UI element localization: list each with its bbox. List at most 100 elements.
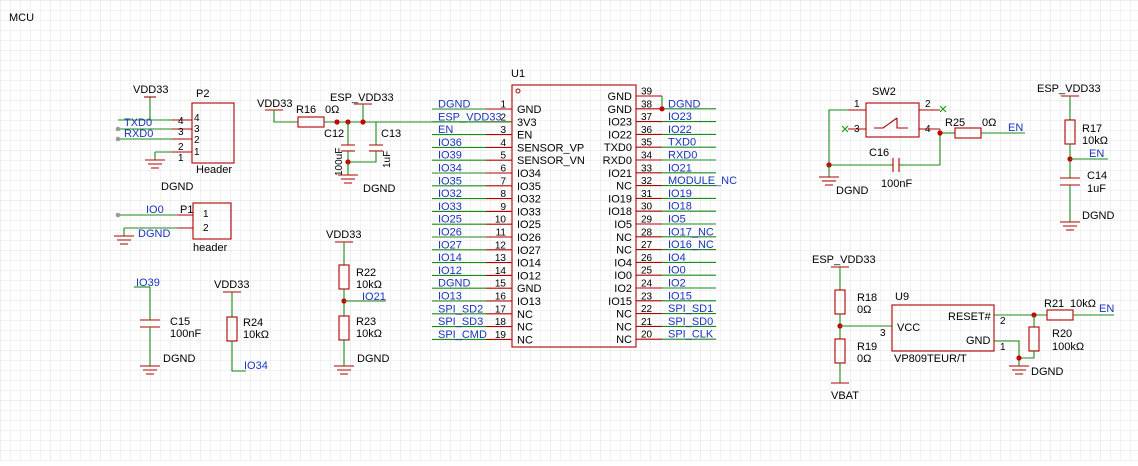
u1-pin-number: 33: [641, 163, 653, 174]
u1-net-label: DGND: [668, 98, 700, 110]
u1-pin-name: IO0: [614, 270, 632, 282]
r24-value: 10kΩ: [243, 329, 269, 341]
u1-net-label: SPI_SD2: [438, 303, 483, 315]
r22-value: 10kΩ: [356, 279, 382, 291]
u1-pin-name: NC: [616, 309, 632, 321]
p2-value: Header: [196, 164, 232, 176]
u9-vcc-pin: VCC: [897, 322, 920, 334]
u1-net-label: SPI_SD0: [668, 316, 713, 328]
u1-net-label: IO15: [668, 290, 692, 302]
r22-r23-net: IO21: [362, 291, 386, 303]
u9-pin3-num: 3: [880, 328, 886, 339]
u9-ref: U9: [895, 291, 909, 303]
u1-pin-name: TXD0: [604, 142, 632, 154]
p2-ref: P2: [196, 88, 209, 100]
r18-value: 0Ω: [857, 304, 871, 316]
schematic-canvas[interactable]: MCU U1 1 GND DGND 2 3V3 ESP_VDD33 3 EN EN 4 SENSOR…: [0, 0, 1138, 461]
u1-pin-name: 3V3: [517, 117, 537, 129]
p1-io0-net: IO0: [146, 204, 164, 216]
c14-ref: C14: [1087, 170, 1107, 182]
en-rc-net: EN: [1089, 148, 1104, 160]
u1-net-label: SPI_CLK: [668, 329, 714, 341]
r20-value: 100kΩ: [1052, 341, 1084, 353]
c13-ref: C13: [381, 128, 401, 140]
u1-net-label: IO25: [438, 214, 462, 226]
u1-pin-number: 11: [496, 228, 507, 239]
r19-ref: R19: [857, 341, 877, 353]
u1-net-label: IO5: [668, 214, 686, 226]
u1-gnd-junction: [659, 106, 665, 112]
u1-net-label: IO22: [668, 124, 692, 136]
u1-net-label: IO27: [438, 239, 462, 251]
u1-pin-name: IO27: [517, 245, 541, 257]
u1-pin-number: 4: [500, 138, 506, 149]
en-button-gnd: DGND: [836, 185, 868, 197]
u1-pin-number: 35: [641, 138, 653, 149]
u1-pin-name: SENSOR_VN: [517, 155, 585, 167]
u1-pin-number: 37: [641, 112, 653, 123]
u1-pin-number: 3: [500, 125, 506, 136]
r18-ref: R18: [857, 292, 877, 304]
u1-net-label: IO2: [668, 278, 686, 290]
r23-ref: R23: [356, 316, 376, 328]
u1-pin-name: IO4: [614, 257, 632, 269]
u1-net-label: IO35: [438, 175, 462, 187]
sw2-pin4: 4: [925, 124, 931, 135]
reset-vbat: VBAT: [831, 390, 859, 402]
u1-pin-name: IO34: [517, 168, 541, 180]
u1-pin-number: 31: [641, 189, 653, 200]
u1-pin-name: NC: [517, 309, 533, 321]
grid-background: [0, 0, 1138, 461]
u1-net-label: SPI_SD1: [668, 303, 713, 315]
u1-net-label: IO0: [668, 265, 686, 277]
en-rc-esp: ESP_VDD33: [1037, 83, 1101, 95]
u1-pin-number: 18: [495, 317, 507, 328]
c16-ref: C16: [869, 147, 889, 159]
sheet-title: MCU: [9, 12, 34, 24]
u1-pin-name: NC: [616, 181, 632, 193]
c15-value: 100nF: [170, 328, 201, 340]
u1-net-label: IO33: [438, 201, 462, 213]
sw2-pin3: 3: [854, 124, 860, 135]
u1-pin-name: IO21: [608, 168, 632, 180]
u1-pin-number: 34: [641, 151, 653, 162]
u1-pin-name: NC: [616, 245, 632, 257]
p2-pin-num-3-outer: 3: [178, 127, 184, 138]
r24-vdd: VDD33: [214, 279, 249, 291]
u1-pin-number: 25: [641, 266, 653, 277]
sw2-pin1: 1: [854, 99, 860, 110]
u1-pin-number: 24: [641, 279, 653, 290]
schematic-sheet[interactable]: MCU U1 1 GND DGND 2 3V3 ESP_VDD33 3 EN EN 4 SENSOR…: [0, 0, 1138, 461]
c12-ref: C12: [324, 128, 344, 140]
u1-pin-name: EN: [517, 130, 532, 142]
r23-value: 10kΩ: [356, 328, 382, 340]
u1-pin-name: IO32: [517, 194, 541, 206]
r17-ref: R17: [1082, 123, 1102, 135]
vdd33-label: VDD33: [257, 98, 292, 110]
u1-net-label: MODULE_NC: [668, 175, 737, 187]
r21-ref: R21: [1044, 298, 1064, 310]
u1-net-label: IO17_NC: [668, 226, 714, 238]
u1-pin-name: IO19: [608, 193, 632, 205]
r17-value: 10kΩ: [1082, 135, 1108, 147]
c15-net: IO39: [136, 277, 160, 289]
u1-pin-number: 21: [641, 317, 653, 328]
u1-pin-name: NC: [517, 322, 533, 334]
p2-gnd-label: DGND: [161, 181, 193, 193]
p2-vdd-label: VDD33: [133, 84, 168, 96]
r24-ref: R24: [243, 317, 263, 329]
u1-net-label: DGND: [438, 99, 470, 111]
u1-pin-name: SENSOR_VP: [517, 142, 584, 154]
u1-net-label: IO13: [438, 291, 462, 303]
u1-pin-number: 1: [500, 100, 506, 111]
u1-pin-name: IO22: [608, 129, 632, 141]
r22-vdd: VDD33: [326, 229, 361, 241]
u1-net-label: IO21: [668, 162, 692, 174]
en-rc-gnd: DGND: [1082, 210, 1114, 222]
p1-pin-num-1: 1: [203, 209, 209, 220]
u1-pin-name: GND: [517, 104, 542, 116]
u1-pin-number: 15: [495, 279, 507, 290]
u1-pin-number: 10: [495, 215, 507, 226]
u1-pin-name: IO23: [608, 117, 632, 129]
p1-value: header: [193, 242, 228, 254]
